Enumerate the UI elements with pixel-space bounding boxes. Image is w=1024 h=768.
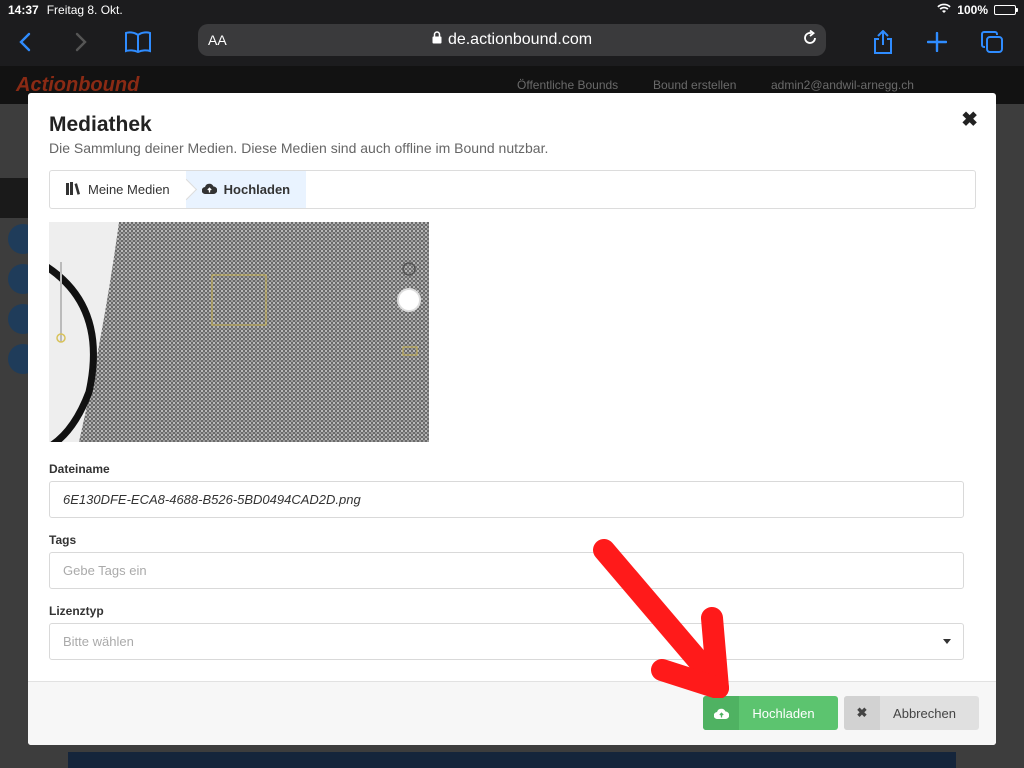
modal-subtitle: Die Sammlung deiner Medien. Diese Medien… [49, 140, 549, 156]
address-bar[interactable]: AA de.actionbound.com [198, 24, 826, 56]
bookmarks-icon[interactable] [123, 28, 153, 56]
tab-upload[interactable]: Hochladen [185, 171, 307, 208]
site-sidebar-toggle [0, 178, 30, 218]
url-text: de.actionbound.com [447, 31, 593, 48]
site-bottom-bar [68, 752, 956, 768]
status-right: 100% [937, 3, 1018, 17]
tab-upload-label: Hochladen [223, 182, 291, 197]
dropdown-caret-icon [943, 639, 951, 644]
filename-value: 6E130DFE-ECA8-4688-B526-5BD0494CAD2D.png [63, 492, 361, 507]
cancel-button[interactable]: ✖ Abbrechen [844, 696, 979, 730]
status-bar: 14:37 Freitag 8. Okt. 100% [0, 0, 1024, 20]
license-label: Lizenztyp [49, 604, 104, 618]
upload-button[interactable]: Hochladen [703, 696, 838, 730]
new-tab-icon[interactable] [922, 28, 952, 56]
books-icon [66, 181, 81, 198]
cloud-upload-icon [703, 696, 739, 730]
license-select[interactable]: Bitte wählen [49, 623, 964, 660]
battery-icon [994, 5, 1018, 15]
reload-icon[interactable] [802, 29, 818, 51]
upload-button-label: Hochladen [752, 705, 815, 721]
url-display[interactable]: de.actionbound.com [432, 31, 592, 49]
forward-icon[interactable] [66, 28, 96, 56]
share-icon[interactable] [868, 28, 898, 56]
cloud-upload-icon [201, 182, 217, 197]
status-date: Freitag 8. Okt. [46, 3, 123, 17]
site-nav-create-bound: Bound erstellen [653, 78, 737, 92]
tags-placeholder: Gebe Tags ein [63, 563, 147, 578]
filename-label: Dateiname [49, 462, 110, 476]
tab-my-media[interactable]: Meine Medien [50, 171, 186, 208]
browser-toolbar: AA de.actionbound.com [0, 20, 1024, 66]
license-placeholder: Bitte wählen [63, 634, 134, 649]
tab-my-media-label: Meine Medien [88, 182, 170, 197]
media-library-modal: ✖ Mediathek Die Sammlung deiner Medien. … [28, 93, 996, 745]
modal-title: Mediathek [49, 113, 152, 136]
cancel-button-label: Abbrechen [893, 705, 956, 721]
site-nav-account: admin2@andwil-arnegg.ch [771, 78, 914, 92]
tags-input[interactable]: Gebe Tags ein [49, 552, 964, 589]
wifi-icon [937, 3, 951, 17]
tags-label: Tags [49, 533, 77, 547]
close-icon[interactable]: ✖ [961, 107, 978, 132]
battery-percent: 100% [957, 3, 988, 17]
site-nav-public-bounds: Öffentliche Bounds [517, 78, 619, 92]
filename-field[interactable]: 6E130DFE-ECA8-4688-B526-5BD0494CAD2D.png [49, 481, 964, 518]
lock-icon [432, 31, 442, 49]
modal-footer: Hochladen ✖ Abbrechen [28, 681, 996, 745]
upload-image-preview [49, 222, 429, 442]
back-icon[interactable] [10, 28, 40, 56]
tabs-overview-icon[interactable] [977, 28, 1007, 56]
close-icon: ✖ [844, 696, 880, 730]
text-size-button[interactable]: AA [208, 32, 227, 48]
media-tabs: Meine Medien Hochladen [49, 170, 976, 209]
status-time: 14:37 [8, 3, 39, 17]
